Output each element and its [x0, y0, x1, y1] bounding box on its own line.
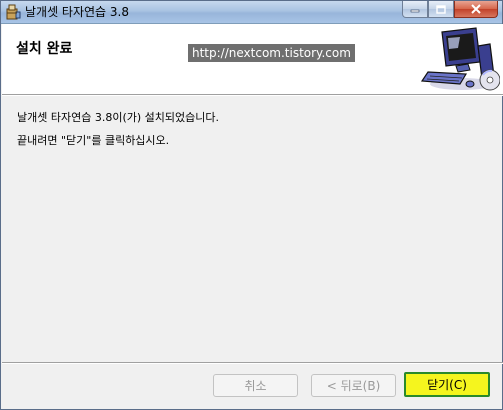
close-icon: [471, 4, 481, 14]
close-button-label: 닫기(C): [427, 378, 467, 392]
installer-package-icon: [5, 4, 21, 20]
footer-separator: [2, 362, 503, 364]
maximize-button[interactable]: [428, 1, 454, 18]
maximize-icon: [436, 4, 446, 14]
cancel-button-label: 취소: [244, 379, 267, 393]
minimize-icon: [410, 9, 420, 13]
installer-window: 날개셋 타자연습 3.8 설치 완료 http://nextcom.tistor…: [0, 0, 503, 410]
close-window-button[interactable]: [454, 1, 498, 18]
install-complete-message: 날개셋 타자연습 3.8이(가) 설치되었습니다.: [17, 111, 219, 124]
page-title: 설치 완료: [16, 41, 73, 57]
window-title: 날개셋 타자연습 3.8: [25, 5, 129, 19]
minimize-button[interactable]: [402, 1, 428, 18]
back-button[interactable]: < 뒤로(B): [311, 374, 396, 397]
computer-with-cd-icon: [420, 26, 501, 92]
banner-divider: [2, 95, 503, 96]
cancel-button[interactable]: 취소: [213, 374, 298, 397]
close-instruction: 끝내려면 "닫기"를 클릭하십시오.: [17, 134, 170, 147]
close-button[interactable]: 닫기(C): [404, 372, 490, 397]
caption-buttons: [402, 1, 498, 19]
header-banner: 설치 완료 http://nextcom.tistory.com: [2, 24, 503, 95]
back-button-label: < 뒤로(B): [326, 379, 381, 393]
url-watermark: http://nextcom.tistory.com: [188, 44, 355, 62]
title-bar[interactable]: 날개셋 타자연습 3.8: [1, 1, 502, 24]
